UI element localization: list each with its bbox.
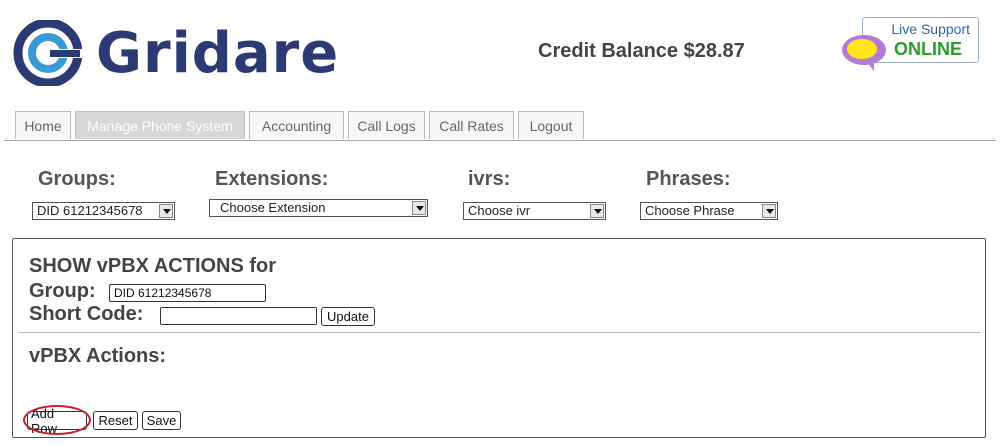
short-code-label: Short Code: [29,303,144,325]
vpbx-actions-panel: SHOW vPBX ACTIONS for Group: DID 6121234… [12,238,986,438]
support-status: ONLINE [893,39,962,59]
save-button[interactable]: Save [142,411,181,430]
tab-home[interactable]: Home [15,111,71,139]
gridare-logo-icon [13,20,88,86]
groups-label: Groups: [38,168,116,190]
tab-accounting[interactable]: Accounting [249,111,344,139]
extensions-select-value: Choose Extension [220,200,326,215]
chat-bubble-icon [842,35,886,71]
highlight-circle [23,405,91,435]
extensions-label: Extensions: [215,168,329,190]
tab-logout[interactable]: Logout [518,111,584,139]
groups-select-value: DID 61212345678 [37,203,143,218]
groups-select[interactable]: DID 61212345678 [32,202,175,220]
ivrs-select[interactable]: Choose ivr [463,202,606,220]
ivrs-select-value: Choose ivr [468,203,531,218]
credit-balance: Credit Balance $28.87 [538,40,745,62]
live-support-label: Live Support [891,21,970,37]
phrases-select[interactable]: Choose Phrase [640,202,778,220]
chevron-down-icon [590,204,604,218]
vpbx-actions-label: vPBX Actions: [29,345,167,367]
tab-call-rates[interactable]: Call Rates [429,111,514,139]
update-button[interactable]: Update [321,307,375,326]
group-label: Group: [29,280,96,302]
short-code-input[interactable] [160,307,317,325]
phrases-label: Phrases: [646,168,731,190]
reset-button[interactable]: Reset [93,411,138,430]
brand-name: Gridare [96,20,340,86]
tab-call-logs[interactable]: Call Logs [348,111,425,139]
phrases-select-value: Choose Phrase [645,203,735,218]
brand-logo: Gridare [10,18,339,88]
group-field[interactable]: DID 61212345678 [109,284,266,302]
chevron-down-icon [412,201,426,215]
panel-divider [18,332,980,333]
panel-title: SHOW vPBX ACTIONS for [29,255,277,277]
ivrs-label: ivrs: [468,168,511,190]
extensions-select[interactable]: Choose Extension [209,199,428,217]
tab-manage-phone-system[interactable]: Manage Phone System [75,111,245,139]
chevron-down-icon [159,204,173,218]
tab-bar-divider [4,140,996,141]
chevron-down-icon [762,204,776,218]
